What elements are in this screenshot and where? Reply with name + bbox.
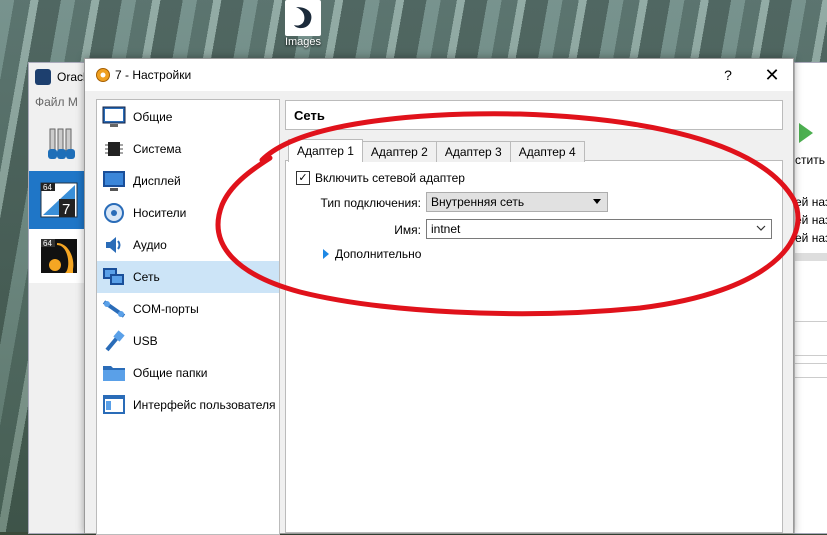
desktop-shortcut-label: Images [284, 36, 322, 48]
shared-folders-icon [101, 360, 127, 386]
sidebar-item-usb[interactable]: USB [97, 325, 279, 357]
expand-triangle-icon [323, 249, 329, 259]
close-button[interactable]: ✕ [761, 65, 783, 85]
attachment-type-label: Тип подключения: [320, 196, 421, 210]
vm1-number: 7 [62, 201, 70, 218]
sidebar-item-audio[interactable]: Аудио [97, 229, 279, 261]
virtualbox-logo-icon [35, 69, 51, 85]
sidebar-item-label: Общие папки [133, 366, 208, 380]
dialog-titlebar: 7 - Настройки ? ✕ [85, 59, 793, 91]
details-divider [795, 377, 827, 378]
sidebar-item-system[interactable]: Система [97, 133, 279, 165]
details-divider [795, 355, 827, 356]
display-icon [101, 168, 127, 194]
attachment-type-value: Внутренняя сеть [431, 195, 525, 209]
vm2-badge: 64 [43, 239, 52, 248]
tab-adapter-1[interactable]: Адаптер 1 [288, 139, 363, 162]
network-name-combobox[interactable]: intnet [426, 219, 772, 239]
advanced-toggle[interactable]: Дополнительно [323, 247, 421, 261]
details-divider [795, 321, 827, 322]
details-divider [795, 363, 827, 364]
settings-gear-icon [96, 68, 110, 82]
vm1-badge: 64 [43, 183, 52, 192]
sidebar-item-general[interactable]: Общие [97, 101, 279, 133]
chevron-down-icon [756, 225, 766, 231]
sidebar-item-label: Носители [133, 206, 187, 220]
adapter-tabs: Адаптер 1 Адаптер 2 Адаптер 3 Адаптер 4 [288, 139, 585, 162]
tab-adapter-4[interactable]: Адаптер 4 [509, 141, 585, 162]
details-divider [795, 253, 827, 261]
attachment-type-select[interactable]: Внутренняя сеть [426, 192, 608, 212]
details-text: ей наз [795, 231, 827, 245]
tab-adapter-3[interactable]: Адаптер 3 [435, 141, 511, 162]
sidebar-item-network[interactable]: Сеть [97, 261, 279, 293]
start-button-label[interactable]: стить [795, 153, 825, 167]
sidebar-item-label: Система [133, 142, 182, 156]
help-button[interactable]: ? [718, 65, 738, 85]
manager-menu[interactable]: Файл M [35, 95, 78, 109]
enable-adapter-checkbox[interactable]: ✓ [296, 171, 310, 185]
sidebar-item-serial-ports[interactable]: COM-порты [97, 293, 279, 325]
adapter-tab-panel [285, 160, 783, 533]
dropdown-arrow-icon [593, 199, 601, 204]
sidebar-item-label: Аудио [133, 238, 167, 252]
general-icon [101, 104, 127, 130]
sidebar-item-label: Сеть [133, 270, 160, 284]
details-text: ей наз [795, 213, 827, 227]
manager-title: Oracl [57, 70, 86, 84]
section-title: Сеть [285, 100, 783, 130]
images-shortcut-icon [285, 0, 321, 36]
enable-adapter-label: Включить сетевой адаптер [315, 171, 465, 185]
user-interface-icon [101, 392, 127, 418]
audio-icon [101, 232, 127, 258]
serial-ports-icon [101, 296, 127, 322]
system-icon [101, 136, 127, 162]
manager-titlebar: Oracl [35, 69, 86, 85]
usb-icon [101, 328, 127, 354]
storage-icon [101, 200, 127, 226]
sidebar-item-label: USB [133, 334, 158, 348]
settings-dialog: 7 - Настройки ? ✕ Общие Система Дисплей [84, 58, 794, 535]
desktop-shortcut-images[interactable]: Images [281, 0, 325, 58]
tab-adapter-2[interactable]: Адаптер 2 [361, 141, 437, 162]
network-name-label: Имя: [394, 223, 421, 237]
sidebar-item-display[interactable]: Дисплей [97, 165, 279, 197]
advanced-label: Дополнительно [335, 247, 422, 261]
sidebar-item-user-interface[interactable]: Интерфейс пользователя [97, 389, 279, 421]
enable-adapter-row: ✓ Включить сетевой адаптер [296, 171, 465, 185]
network-name-value: intnet [431, 222, 461, 236]
sidebar-item-label: COM-порты [133, 302, 199, 316]
details-text: ей наз [795, 195, 827, 209]
check-mark-icon: ✓ [298, 172, 308, 184]
sidebar-item-shared-folders[interactable]: Общие папки [97, 357, 279, 389]
sidebar-item-label: Интерфейс пользователя [133, 398, 276, 412]
sidebar-item-label: Общие [133, 110, 173, 124]
sidebar-item-storage[interactable]: Носители [97, 197, 279, 229]
network-icon [101, 264, 127, 290]
dialog-title: 7 - Настройки [115, 68, 192, 82]
settings-sidebar: Общие Система Дисплей Носители Аудио Сет… [96, 99, 280, 535]
sidebar-item-label: Дисплей [133, 174, 181, 188]
